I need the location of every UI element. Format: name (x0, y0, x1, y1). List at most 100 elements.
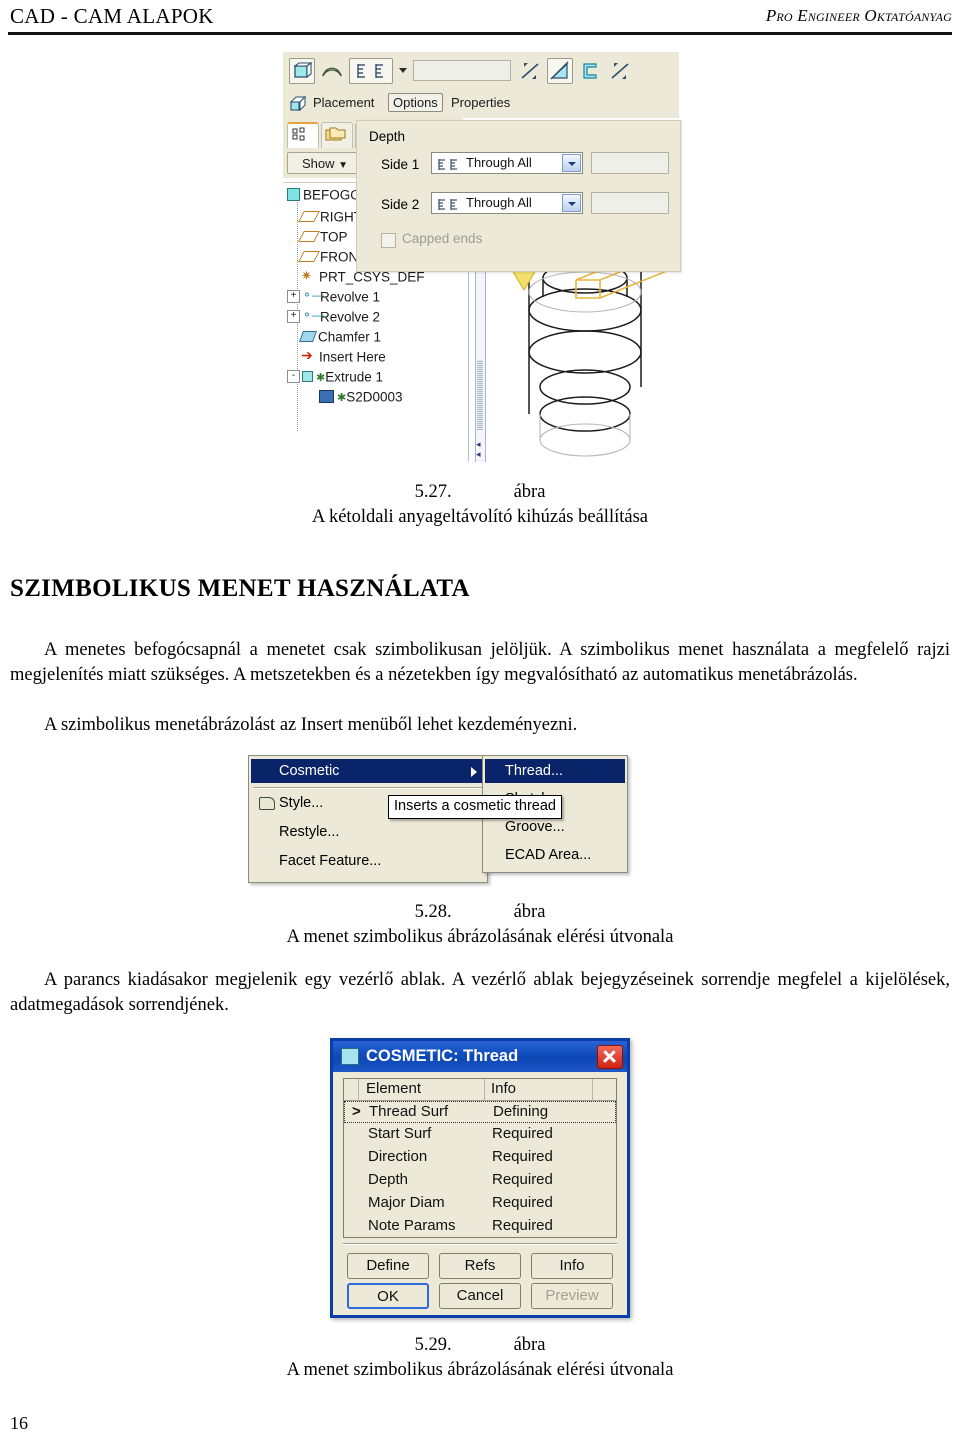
cosmetic-thread-dialog[interactable]: COSMETIC: Thread Element Info > Thread S… (330, 1038, 630, 1318)
scroll-left-icon[interactable]: ◂ (476, 449, 481, 460)
scrollbar-thumb[interactable] (477, 360, 483, 430)
ok-button[interactable]: OK (347, 1283, 429, 1309)
sketch-icon (319, 389, 334, 403)
depth-side-icons[interactable] (349, 58, 393, 84)
extrude-options-panel[interactable]: Depth Side 1 Through All Side 2 Through … (356, 120, 681, 272)
tree-item-revolve-1[interactable]: + ⚬—Revolve 1 (287, 287, 380, 307)
chamfer-icon (298, 330, 318, 342)
dashboard-tab-strip: Placement Options Properties (283, 90, 679, 118)
depth-value-field[interactable] (413, 60, 511, 81)
table-row[interactable]: Major Diam Required (344, 1193, 616, 1215)
thin-feature-icon[interactable] (577, 58, 603, 84)
tab-placement[interactable]: Placement (313, 95, 374, 110)
flip-material-side-icon[interactable] (607, 58, 633, 84)
row-element: Major Diam (368, 1194, 445, 1211)
expand-icon[interactable]: + (287, 309, 300, 323)
info-button[interactable]: Info (531, 1253, 613, 1279)
revolve-icon: ⚬— (302, 308, 325, 323)
model-tree-tab[interactable] (287, 122, 319, 149)
menu-item-facet-feature[interactable]: Facet Feature... (251, 849, 485, 873)
part-icon (287, 187, 300, 201)
side-2-depth-value: Through All (466, 195, 532, 210)
table-row[interactable]: Start Surf Required (344, 1124, 616, 1146)
tree-item-label: Insert Here (319, 349, 386, 365)
table-row[interactable]: Depth Required (344, 1170, 616, 1192)
page-header: CAD - CAM ALAPOK Pro Engineer Oktatóanya… (0, 0, 960, 40)
depth-group-label: Depth (369, 129, 406, 144)
tree-item-label: TOP (320, 229, 348, 245)
section-title: SZIMBOLIKUS MENET HASZNÁLATA (10, 575, 470, 602)
tree-item-right[interactable]: RIGHT (298, 207, 362, 227)
solid-extrude-icon[interactable] (289, 58, 315, 84)
collapse-icon[interactable]: - (287, 369, 300, 383)
figure-word: ábra (513, 902, 546, 922)
side-1-depth-combobox[interactable]: Through All (431, 152, 583, 174)
tree-item-sketch[interactable]: ✱S2D0003 (319, 387, 403, 407)
tree-item-top[interactable]: TOP (298, 227, 348, 247)
refs-button[interactable]: Refs (439, 1253, 521, 1279)
flip-depth-direction-icon[interactable] (517, 58, 543, 84)
chevron-down-icon[interactable] (562, 154, 581, 172)
element-info-table[interactable]: Element Info > Thread Surf Defining Star… (343, 1078, 617, 1238)
surface-extrude-icon[interactable] (319, 58, 345, 84)
menu-item-cosmetic[interactable]: Cosmetic (251, 759, 485, 783)
header-right-title: Pro Engineer Oktatóanyag (765, 6, 952, 25)
tree-item-extrude-1[interactable]: - ✱Extrude 1 (287, 367, 383, 387)
style-icon (259, 797, 275, 810)
side-1-depth-value: Through All (466, 155, 532, 170)
header-left-title: CAD - CAM ALAPOK (10, 4, 214, 28)
tree-item-insert-here[interactable]: ➔ Insert Here (301, 347, 386, 367)
menu-item-label: Groove... (505, 819, 565, 835)
expand-icon[interactable]: + (287, 289, 300, 303)
menu-separator (253, 787, 483, 789)
table-row[interactable]: Direction Required (344, 1147, 616, 1169)
table-row[interactable]: Note Params Required (344, 1216, 616, 1238)
side-1-label: Side 1 (381, 157, 420, 172)
table-header-row: Element Info (344, 1079, 616, 1101)
tab-options[interactable]: Options (388, 93, 443, 112)
row-info: Required (492, 1125, 553, 1142)
dialog-title-bar[interactable]: COSMETIC: Thread (333, 1041, 627, 1072)
menu-item-label: Thread... (505, 763, 564, 779)
column-header-info: Info (491, 1080, 517, 1097)
preview-button: Preview (531, 1283, 613, 1309)
row-element: Note Params (368, 1217, 456, 1234)
paragraph-3-text: A parancs kiadásakor megjelenik egy vezé… (10, 970, 950, 1015)
extrude-dashboard-toolbar (283, 52, 679, 91)
define-button[interactable]: Define (347, 1253, 429, 1279)
side-2-depth-combobox[interactable]: Through All (431, 192, 583, 214)
side-1-depth-field[interactable] (591, 152, 669, 174)
folder-browser-tab[interactable] (321, 122, 353, 148)
remove-material-icon[interactable] (547, 58, 573, 84)
dialog-title-label: COSMETIC: Thread (366, 1047, 519, 1065)
chevron-down-icon: ▼ (338, 160, 349, 171)
tree-item-label: Chamfer 1 (318, 329, 382, 345)
submenu-arrow-icon (471, 767, 477, 777)
menu-item-label: ECAD Area... (505, 847, 592, 863)
row-info: Defining (493, 1103, 549, 1120)
row-info: Required (492, 1217, 553, 1234)
submenu-item-ecad-area[interactable]: ECAD Area... (485, 843, 625, 867)
submenu-item-thread[interactable]: Thread... (485, 759, 625, 783)
show-button[interactable]: Show ▼ (287, 152, 363, 174)
tree-item-revolve-2[interactable]: + ⚬—Revolve 2 (287, 307, 380, 327)
figure-5-29-caption-line2: A menet szimbolikus ábrázolásának elérés… (286, 1360, 674, 1380)
side-2-depth-field[interactable] (591, 192, 669, 214)
tree-item-label: Extrude 1 (325, 369, 384, 385)
column-divider (592, 1079, 593, 1101)
coordinate-system-icon: ✷ (301, 268, 312, 284)
cancel-button[interactable]: Cancel (439, 1283, 521, 1309)
close-icon[interactable] (597, 1045, 623, 1069)
figure-5-27-caption-line1: 5.27. ábra (0, 480, 960, 505)
tree-item-chamfer-1[interactable]: Chamfer 1 (298, 327, 382, 347)
table-row[interactable]: > Thread Surf Defining (344, 1101, 616, 1123)
insert-menu[interactable]: Cosmetic Style... Restyle... Facet Featu… (248, 755, 488, 883)
chevron-down-icon[interactable] (399, 68, 407, 73)
menu-item-restyle[interactable]: Restyle... (251, 820, 485, 844)
figure-5-29-caption-line1: 5.29. ábra (0, 1333, 960, 1358)
tab-properties[interactable]: Properties (451, 95, 510, 110)
menu-item-label: Restyle... (279, 824, 340, 840)
chevron-down-icon[interactable] (562, 194, 581, 212)
tree-item-label: Revolve 2 (320, 309, 381, 325)
figure-word: ábra (513, 1335, 546, 1355)
